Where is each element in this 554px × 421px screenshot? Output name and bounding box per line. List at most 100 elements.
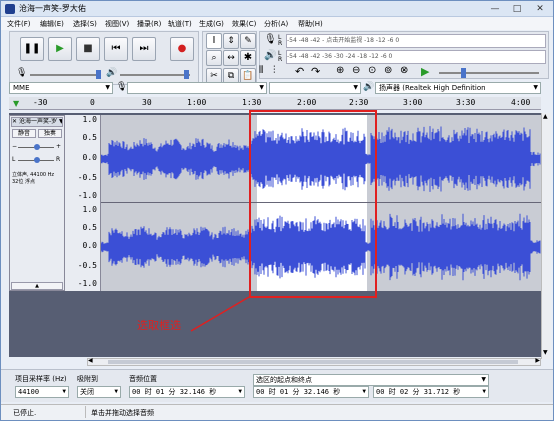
scroll-right-icon[interactable]: ▶	[535, 357, 540, 364]
record-volume-slider[interactable]	[30, 74, 100, 76]
status-text: 已停止.	[13, 409, 37, 417]
selection-end-value: 00 时 02 分 31.712 秒	[376, 388, 461, 396]
playback-volume-slider[interactable]	[120, 74, 190, 76]
selection-toolbar: 项目采样率 (Hz) 44100 ▼ 吸附到 关闭 ▼ 音频位置 00 时 01 分…	[1, 369, 553, 402]
record-meter[interactable]: -54 -48 -42 - 点击开始监视 -18 -12 -6 0	[286, 34, 546, 48]
zoom-tool[interactable]: ⌕	[206, 50, 222, 66]
menu-effect[interactable]: 效果(C)	[232, 19, 256, 29]
scroll-left-icon[interactable]: ◀	[88, 357, 93, 364]
gain-slider-thumb[interactable]	[34, 144, 40, 150]
track-name-button[interactable]: ✕ 沧海一声笑-罗 ▼	[11, 117, 63, 127]
envelope-tool[interactable]: ⇕	[223, 33, 239, 49]
collapse-button[interactable]: ▲	[11, 282, 63, 290]
minimize-button[interactable]: —	[484, 1, 506, 17]
timeline-tick: 1:00	[187, 98, 207, 107]
range-mode-value: 选区的起点和终点	[256, 376, 312, 384]
skip-end-icon: ⏭	[139, 43, 149, 54]
record-volume-thumb[interactable]	[96, 70, 101, 79]
timeline-ruler[interactable]: ▼ -30 0 30 1:00 1:30 2:00 2:30 3:00 3:30…	[9, 97, 541, 110]
audio-position-label: 音频位置	[129, 375, 157, 383]
silence-icon[interactable]: ⫶	[273, 65, 276, 76]
timeline-tick: 4:00	[511, 98, 531, 107]
selection-start-field[interactable]: 00 时 01 分 32.146 秒 ▼	[253, 386, 369, 398]
scale-label: 0.5	[82, 133, 97, 142]
annotation-label: 选取框选	[137, 319, 181, 332]
fit-selection-icon[interactable]: ⊙	[368, 65, 376, 76]
menu-view[interactable]: 视图(V)	[105, 19, 129, 29]
speed-slider[interactable]	[439, 72, 539, 74]
menu-file[interactable]: 文件(F)	[7, 19, 31, 29]
input-device-select[interactable]: ▼	[127, 82, 267, 94]
trim-icon[interactable]: ⫴	[259, 65, 263, 76]
multi-tool[interactable]: ✱	[240, 50, 256, 66]
stop-button[interactable]: ■	[76, 37, 100, 61]
draw-tool[interactable]: ✎	[240, 33, 256, 49]
solo-button[interactable]: 独奏	[38, 129, 62, 138]
chevron-down-icon: ▼	[481, 376, 486, 383]
track-format-line: 立体声, 44100 Hz	[12, 172, 55, 178]
menu-help[interactable]: 帮助(H)	[298, 19, 323, 29]
record-icon: ●	[177, 43, 187, 54]
timeline-tick: 0	[90, 98, 95, 107]
menu-analyze[interactable]: 分析(A)	[264, 19, 288, 29]
audio-position-field[interactable]: 00 时 01 分 32.146 秒 ▼	[129, 386, 245, 398]
pan-slider-thumb[interactable]	[34, 157, 40, 163]
playback-volume-thumb[interactable]	[184, 70, 189, 79]
play-at-speed-toolbar: ▶	[419, 65, 549, 83]
scale-label: 0.0	[82, 241, 97, 250]
scroll-up-icon[interactable]: ▲	[543, 113, 548, 120]
snap-to-select[interactable]: 关闭 ▼	[77, 386, 121, 398]
record-button[interactable]: ●	[170, 37, 194, 61]
close-button[interactable]: ✕	[528, 1, 552, 17]
skip-start-button[interactable]: ⏮	[104, 37, 128, 61]
chevron-down-icon: ▼	[482, 388, 486, 395]
scissors-icon: ✂	[210, 71, 218, 81]
scroll-down-icon[interactable]: ▼	[543, 349, 548, 356]
gain-plus-icon: +	[56, 143, 62, 150]
play-at-speed-icon[interactable]: ▶	[421, 65, 429, 78]
menu-generate[interactable]: 生成(G)	[199, 19, 224, 29]
vertical-scrollbar[interactable]: ▲ ▼	[541, 113, 551, 359]
output-device-select[interactable]: 扬声器 (Realtek High Definition ▼	[375, 82, 541, 94]
play-head-icon[interactable]: ▼	[13, 99, 19, 108]
zoom-out-icon[interactable]: ⊖	[352, 65, 360, 76]
menu-select[interactable]: 选择(S)	[73, 19, 97, 29]
horizontal-scroll-thumb[interactable]	[108, 360, 518, 364]
host-select[interactable]: MME ▼	[9, 82, 113, 94]
pause-button[interactable]: ❚❚	[20, 37, 44, 61]
menu-tracks[interactable]: 轨道(T)	[168, 19, 192, 29]
menu-bar: 文件(F) 编辑(E) 选择(S) 视图(V) 播录(R) 轨道(T) 生成(G…	[1, 17, 553, 30]
speed-slider-thumb[interactable]	[461, 68, 466, 78]
range-mode-select[interactable]: 选区的起点和终点 ▼	[253, 374, 489, 386]
selection-start-value: 00 时 01 分 32.146 秒	[256, 388, 341, 396]
timeshift-tool[interactable]: ↔	[223, 50, 239, 66]
project-rate-select[interactable]: 44100 ▼	[15, 386, 69, 398]
scale-label: 1.0	[82, 205, 97, 214]
timeline-tick: 30	[142, 98, 152, 107]
annotation-box	[249, 110, 377, 298]
asterisk-icon: ✱	[243, 52, 253, 63]
play-button[interactable]: ▶	[48, 37, 72, 61]
close-icon[interactable]: ✕	[12, 118, 17, 125]
mute-button[interactable]: 静音	[12, 129, 36, 138]
horizontal-scrollbar[interactable]: ◀ ▶	[87, 357, 541, 366]
playback-meter[interactable]: -54 -48 -42 -36 -30 -24 -18 -12 -6 0	[286, 50, 546, 64]
maximize-button[interactable]: □	[506, 1, 528, 17]
chevron-down-icon: ▼	[533, 84, 538, 91]
selection-end-field[interactable]: 00 时 02 分 31.712 秒 ▼	[373, 386, 489, 398]
skip-end-button[interactable]: ⏭	[132, 37, 156, 61]
transport-toolbar: ❚❚ ▶ ■ ⏮ ⏭ ● 🎙 🔊	[9, 31, 199, 85]
undo-icon[interactable]: ↶	[295, 65, 304, 78]
chevron-down-icon: ▼	[114, 388, 118, 395]
menu-edit[interactable]: 编辑(E)	[40, 19, 64, 29]
paste-icon: 📋	[242, 71, 254, 81]
fit-project-icon[interactable]: ⊚	[384, 65, 392, 76]
project-rate-value: 44100	[18, 388, 40, 396]
zoom-in-icon[interactable]: ⊕	[336, 65, 344, 76]
redo-icon[interactable]: ↷	[311, 65, 320, 78]
menu-transport[interactable]: 播录(R)	[137, 19, 161, 29]
empty-track-space[interactable]	[9, 291, 541, 357]
zoom-toggle-icon[interactable]: ⊗	[400, 65, 408, 76]
channels-select[interactable]: ▼	[269, 82, 361, 94]
selection-tool[interactable]: I	[206, 33, 222, 49]
